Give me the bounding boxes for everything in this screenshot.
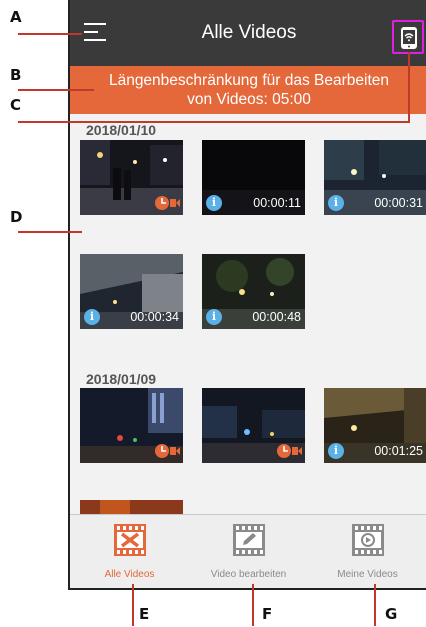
video-thumbnail[interactable]: i 00:00:48 [202, 254, 305, 329]
info-icon: i [84, 309, 100, 325]
callout-b: B [10, 66, 22, 84]
leader-line-c [18, 121, 410, 123]
video-duration: 00:00:48 [252, 310, 301, 324]
tab-label: Alle Videos [104, 569, 155, 580]
event-icon [155, 444, 180, 458]
video-thumbnail[interactable] [80, 140, 183, 215]
leader-line-c-vertical [408, 52, 410, 123]
event-icon [155, 196, 180, 210]
info-icon: i [328, 443, 344, 459]
tab-label: Meine Videos [337, 569, 398, 580]
date-header: 2018/01/09 [86, 371, 157, 387]
phone-wifi-icon [401, 27, 417, 49]
callout-g: G [385, 605, 398, 623]
leader-line-a [18, 33, 82, 35]
leader-line-g [374, 584, 376, 626]
film-play-icon [352, 524, 384, 556]
app-bar: Alle Videos [70, 0, 426, 66]
video-thumbnail[interactable]: i 00:01:25 [324, 388, 426, 463]
video-thumbnail[interactable]: i 00:00:11 [202, 140, 305, 215]
callout-e: E [139, 605, 150, 623]
film-edit-icon [233, 524, 265, 556]
bottom-tab-bar: Alle Videos Video bearbeiten Meine Video… [70, 514, 426, 588]
leader-line-b [18, 89, 94, 91]
date-header: 2018/01/10 [86, 122, 157, 138]
video-duration: 00:00:34 [130, 310, 179, 324]
app-screen: Alle Videos Längenbeschränkung für das B… [68, 0, 426, 590]
length-limit-banner: Längenbeschränkung für das Bearbeiten vo… [70, 66, 426, 114]
video-duration: 00:00:31 [374, 196, 423, 210]
phone-wifi-button[interactable] [392, 20, 424, 54]
tab-alle-videos[interactable]: Alle Videos [70, 515, 189, 588]
leader-line-f [252, 584, 254, 626]
page-title: Alle Videos [201, 22, 297, 43]
info-icon: i [206, 195, 222, 211]
info-icon: i [206, 309, 222, 325]
tab-video-bearbeiten[interactable]: Video bearbeiten [189, 515, 308, 588]
video-preview-image [80, 500, 183, 514]
callout-f: F [262, 605, 273, 623]
video-thumbnail[interactable]: i 00:00:34 [80, 254, 183, 329]
video-thumbnail[interactable]: i 00:00:31 [324, 140, 426, 215]
tab-meine-videos[interactable]: Meine Videos [308, 515, 426, 588]
tab-label: Video bearbeiten [210, 569, 287, 580]
callout-a: A [10, 8, 22, 26]
callout-d: D [10, 208, 23, 226]
video-duration: 00:00:11 [253, 196, 301, 210]
event-icon [277, 444, 302, 458]
callout-c: C [10, 96, 22, 114]
info-icon: i [328, 195, 344, 211]
banner-line-2: von Videos: 05:00 [187, 91, 311, 108]
video-thumbnail[interactable] [80, 500, 183, 514]
film-x-icon [114, 524, 146, 556]
video-duration: 00:01:25 [374, 444, 423, 458]
leader-line-e [132, 584, 134, 626]
leader-line-d [18, 231, 82, 233]
banner-line-1: Längenbeschränkung für das Bearbeiten [108, 72, 390, 89]
video-thumbnail[interactable] [80, 388, 183, 463]
video-thumbnail[interactable] [202, 388, 305, 463]
